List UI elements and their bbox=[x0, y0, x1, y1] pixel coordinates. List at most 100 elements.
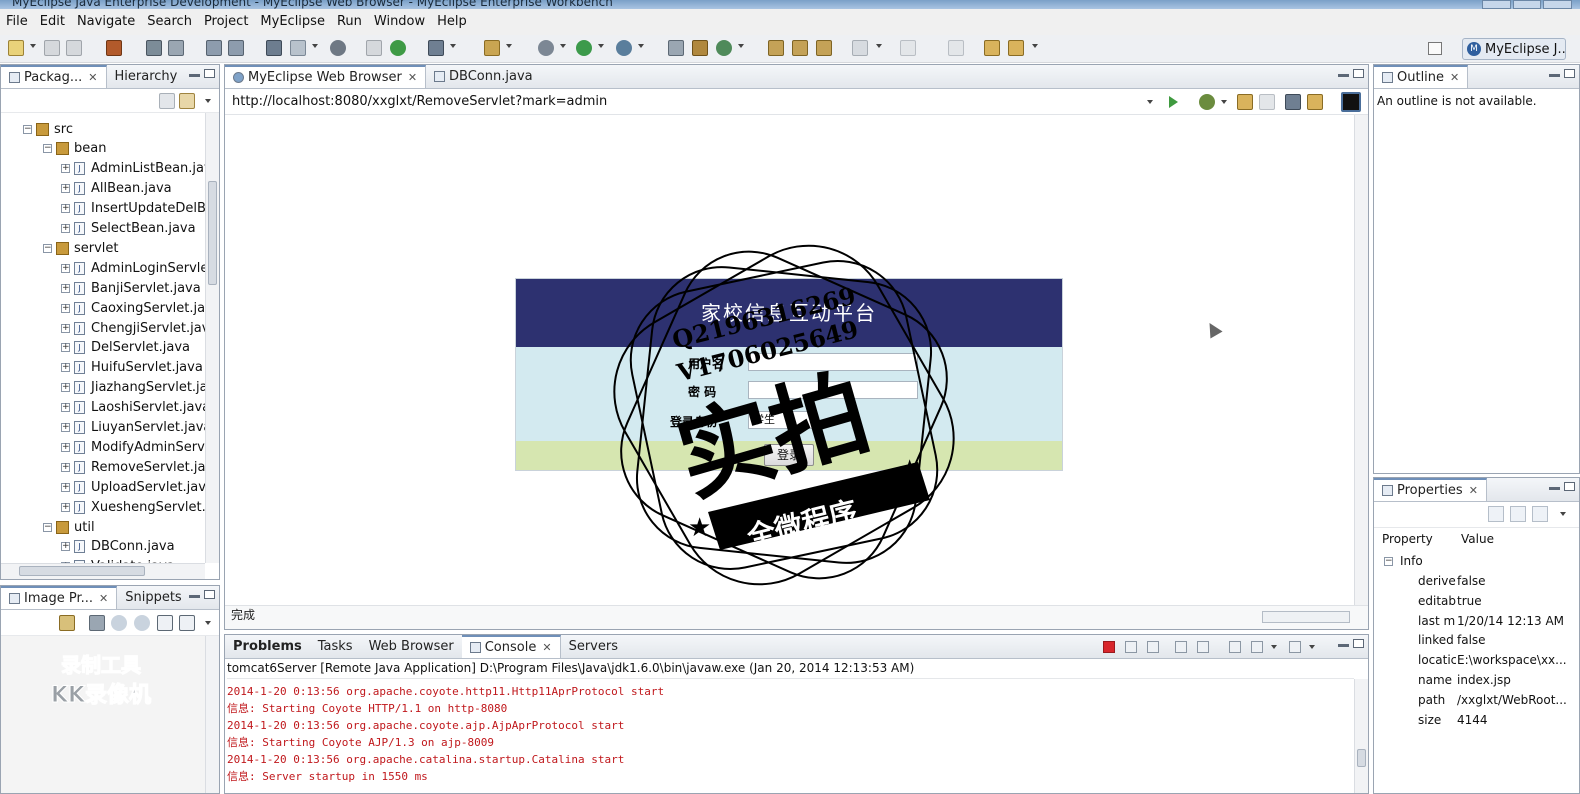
image-preview-scrollbar[interactable] bbox=[205, 636, 219, 793]
scrollbar-thumb[interactable] bbox=[208, 181, 217, 285]
tab-web-browser[interactable]: MyEclipse Web Browser ✕ bbox=[225, 65, 427, 88]
build-icon[interactable] bbox=[146, 40, 162, 56]
tree-item[interactable]: + J XueshengServlet.j bbox=[61, 497, 205, 517]
collapse-all-icon[interactable] bbox=[159, 93, 175, 109]
open-console-dropdown-icon[interactable] bbox=[1309, 645, 1315, 649]
layout-icon[interactable] bbox=[266, 40, 282, 56]
menu-run[interactable]: Run bbox=[331, 9, 368, 35]
close-icon[interactable]: ✕ bbox=[1469, 484, 1478, 497]
debug-dropdown-icon[interactable] bbox=[560, 44, 566, 48]
close-icon[interactable]: ✕ bbox=[99, 592, 108, 605]
expand-icon[interactable]: + bbox=[61, 283, 70, 293]
minimize-window-button[interactable] bbox=[1482, 0, 1511, 9]
tab-servers[interactable]: Servers bbox=[561, 635, 626, 658]
page-icon[interactable] bbox=[290, 40, 306, 56]
link-with-editor-icon[interactable] bbox=[179, 93, 195, 109]
refresh-icon[interactable] bbox=[390, 40, 406, 56]
console-scrollbar-thumb[interactable] bbox=[1357, 749, 1366, 767]
new-icon[interactable] bbox=[8, 40, 24, 56]
collapse-icon[interactable]: − bbox=[43, 522, 52, 532]
expand-icon[interactable]: + bbox=[61, 164, 70, 174]
expand-icon[interactable]: + bbox=[61, 442, 70, 452]
debug-icon[interactable] bbox=[538, 40, 554, 56]
menu-help[interactable]: Help bbox=[431, 9, 473, 35]
url-dropdown-icon[interactable] bbox=[1147, 100, 1153, 104]
annotation-icon[interactable] bbox=[816, 40, 832, 56]
save-icon[interactable] bbox=[44, 40, 60, 56]
expand-icon[interactable]: + bbox=[61, 224, 70, 233]
external-tools-icon[interactable] bbox=[616, 40, 632, 56]
tab-dbconn[interactable]: DBConn.java bbox=[426, 65, 541, 88]
hscrollbar-thumb[interactable] bbox=[19, 566, 145, 576]
tree-item[interactable]: + J CaoxingServlet.jav bbox=[61, 298, 205, 318]
view-menu-icon[interactable] bbox=[205, 99, 211, 103]
menu-myeclipse[interactable]: MyEclipse bbox=[254, 9, 331, 35]
minimize-view-icon[interactable] bbox=[1338, 74, 1349, 77]
tab-properties[interactable]: Properties ✕ bbox=[1374, 478, 1487, 501]
terminate-icon[interactable] bbox=[1103, 641, 1115, 653]
property-row[interactable]: name index.jsp bbox=[1374, 673, 1579, 693]
tree-item[interactable]: + J LiuyanServlet.java bbox=[61, 418, 205, 438]
fullscreen-icon[interactable] bbox=[179, 615, 195, 631]
next-annotation-icon[interactable] bbox=[852, 40, 868, 56]
property-row[interactable]: locatic E:\workspace\xx... bbox=[1374, 653, 1579, 673]
expand-icon[interactable]: + bbox=[61, 542, 70, 552]
perspective-button[interactable]: M MyEclipse J... bbox=[1462, 38, 1566, 60]
deploy-icon[interactable] bbox=[168, 40, 184, 56]
tab-outline[interactable]: Outline ✕ bbox=[1374, 65, 1469, 88]
expand-icon[interactable]: + bbox=[61, 323, 70, 333]
maximize-view-icon[interactable] bbox=[1353, 69, 1364, 78]
advanced-icon[interactable] bbox=[1510, 506, 1526, 522]
collapse-icon[interactable]: − bbox=[43, 243, 52, 253]
collapse-icon[interactable]: − bbox=[1384, 557, 1393, 566]
browser-back-icon[interactable] bbox=[1237, 94, 1253, 110]
refresh-image-icon[interactable] bbox=[59, 615, 75, 631]
bookmark-icon[interactable] bbox=[1199, 94, 1215, 110]
minimize-view-icon[interactable] bbox=[1338, 644, 1349, 647]
browser-refresh-icon[interactable] bbox=[1307, 94, 1323, 110]
actual-size-icon[interactable] bbox=[157, 615, 173, 631]
run-dropdown-icon[interactable] bbox=[598, 44, 604, 48]
menu-search[interactable]: Search bbox=[141, 9, 198, 35]
minimize-view-icon[interactable] bbox=[1549, 487, 1560, 490]
tree-item[interactable]: + J AllBean.java bbox=[61, 179, 172, 199]
page-dropdown-icon[interactable] bbox=[312, 44, 318, 48]
console-scrollbar[interactable] bbox=[1354, 679, 1368, 793]
external-tools-dropdown-icon[interactable] bbox=[638, 44, 644, 48]
tree-item[interactable]: + J AdminListBean.jav bbox=[61, 159, 205, 179]
minimize-view-icon[interactable] bbox=[1549, 74, 1560, 77]
console-output[interactable]: 2014-1-20 0:13:56 org.apache.coyote.http… bbox=[227, 683, 1354, 793]
close-icon[interactable]: ✕ bbox=[542, 641, 551, 654]
tab-console[interactable]: Console ✕ bbox=[461, 635, 561, 658]
server-icon[interactable] bbox=[106, 40, 122, 56]
open-console-icon[interactable] bbox=[1289, 641, 1301, 653]
expand-icon[interactable]: + bbox=[61, 423, 70, 432]
tree-item[interactable]: + J ModifyAdminServ bbox=[61, 437, 205, 457]
tab-hierarchy[interactable]: Hierarchy bbox=[107, 65, 186, 88]
expand-icon[interactable]: + bbox=[61, 502, 70, 512]
display-console-dropdown-icon[interactable] bbox=[1271, 645, 1277, 649]
tree-item[interactable]: − bean bbox=[43, 139, 106, 159]
console-dropdown-icon[interactable] bbox=[450, 44, 456, 48]
maximize-view-icon[interactable] bbox=[204, 590, 215, 599]
package-tree-hscrollbar[interactable] bbox=[1, 563, 205, 579]
tree-item[interactable]: + J SelectBean.java bbox=[61, 219, 196, 239]
minimize-view-icon[interactable] bbox=[189, 74, 200, 77]
stop-icon[interactable] bbox=[1285, 94, 1301, 110]
console-icon[interactable] bbox=[428, 40, 444, 56]
property-row[interactable]: size 4144 bbox=[1374, 713, 1579, 733]
close-icon[interactable]: ✕ bbox=[88, 71, 97, 84]
expand-icon[interactable]: + bbox=[61, 343, 70, 353]
new-dropdown-icon[interactable] bbox=[30, 44, 36, 48]
tree-item[interactable]: + J DelServlet.java bbox=[61, 338, 190, 358]
property-row[interactable]: editab true bbox=[1374, 594, 1579, 614]
property-row[interactable]: last m 1/20/14 12:13 AM bbox=[1374, 614, 1579, 634]
hierarchy-icon[interactable] bbox=[692, 40, 708, 56]
menu-file[interactable]: File bbox=[0, 9, 34, 35]
tree-item[interactable]: + J UploadServlet.jav bbox=[61, 477, 205, 497]
tree-item[interactable]: + J BanjiServlet.java bbox=[61, 278, 201, 298]
expand-icon[interactable]: + bbox=[61, 263, 70, 273]
view-menu-icon[interactable] bbox=[205, 621, 211, 625]
close-window-button[interactable] bbox=[1543, 0, 1573, 9]
collapse-icon[interactable]: − bbox=[23, 124, 32, 134]
